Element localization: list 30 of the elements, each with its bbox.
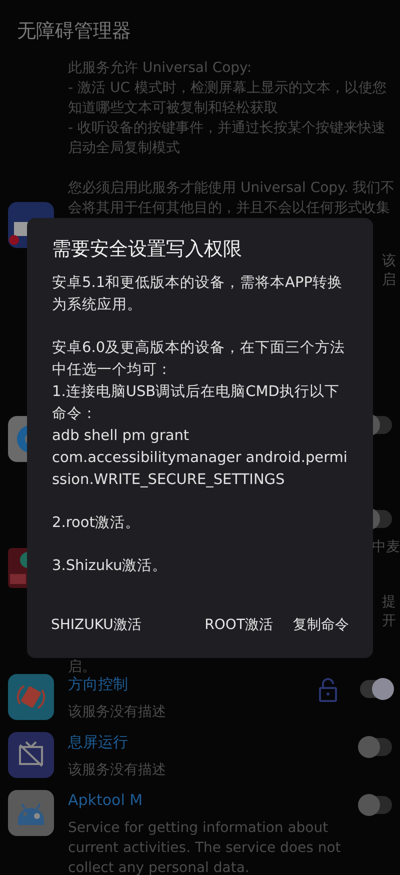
service-title: Apktool M (68, 790, 143, 810)
description-fragment: 该 (382, 252, 396, 271)
screen-off-icon (8, 732, 54, 778)
padlock-icon[interactable] (318, 678, 338, 702)
description-fragment: 开 (382, 612, 396, 631)
rotate-icon (8, 674, 54, 720)
toggle-switch[interactable] (360, 738, 392, 756)
dialog-text: 安卓5.1和更低版本的设备，需将本APP转换为系统应用。 (52, 274, 344, 315)
toggle-switch[interactable] (360, 796, 392, 814)
toggle-switch[interactable] (360, 680, 392, 698)
service-description: 该服务没有描述 (68, 703, 167, 722)
dialog-text: 3.Shizuku激活。 (52, 557, 168, 576)
service-description: 您必须启用此服务才能使用 Universal Copy. 我们不会将其用于任何其他目的，并且不会以任何形式收集 (68, 179, 396, 218)
description-fragment: 提 (382, 593, 396, 612)
description-fragment: 启。 (68, 659, 97, 675)
app-title: 无障碍管理器 (17, 19, 131, 44)
dialog-text: 2.root激活。 (52, 514, 141, 533)
description-fragment: 启 (382, 271, 396, 290)
service-description: Service for getting information about current activities. The service does not collect any personal data. (68, 819, 342, 875)
dialog-button[interactable]: ROOT激活 (194, 608, 283, 642)
description-fragment: 中麦 (372, 538, 400, 557)
service-description: 该服务没有描述 (68, 761, 167, 780)
dialog-button[interactable]: 复制命令 (283, 608, 359, 642)
dialog-button[interactable]: SHIZUKU激活 (41, 608, 152, 642)
dialog-text: 安卓6.0及更高版本的设备，在下面三个方法中任选一个均可： 1.连接电脑USB调试后在电脑CMD执行以下命令： adb shell pm grant com.accessibilitymanager android.permission.WRITE_SECURE_SETTINGS (52, 338, 348, 490)
service-description: 此服务允许 Universal Copy: - 激活 UC 模式时，检测屏幕上显示的文本，以使您知道哪些文本可被复制和轻松获取 - 收听设备的按键事件，并通过长按某个按键来快速启动全局复制模式 (68, 59, 388, 158)
dialog-title: 需要安全设置写入权限 (52, 237, 243, 262)
service-title: 息屏运行 (68, 732, 128, 752)
service-title: 方向控制 (68, 674, 128, 694)
android-icon (8, 790, 54, 836)
